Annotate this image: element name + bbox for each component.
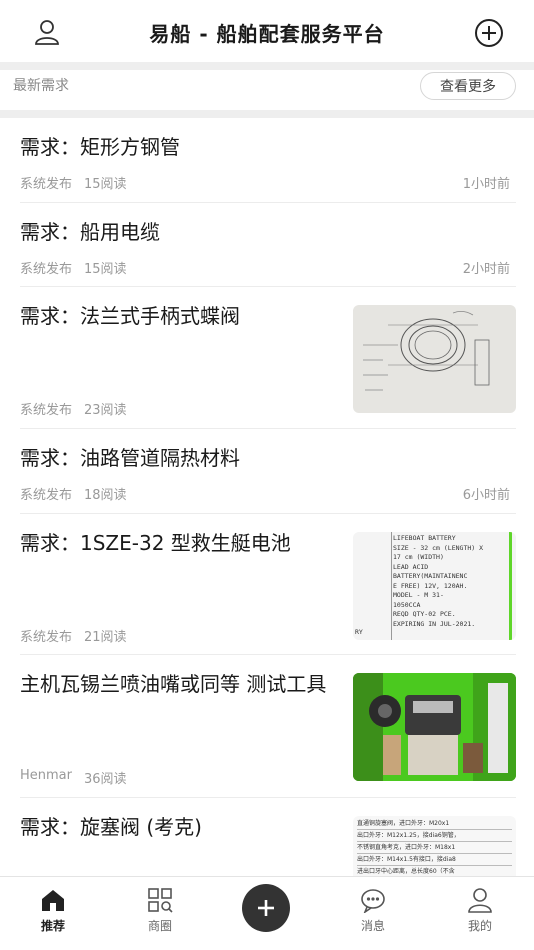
item-time: 6小时前 bbox=[462, 488, 510, 503]
tab-label: 商圈 bbox=[147, 919, 172, 933]
divider-band bbox=[0, 62, 534, 70]
grid-search-icon bbox=[148, 888, 173, 913]
tab-business-circle[interactable]: 商圈 bbox=[120, 887, 200, 934]
item-title: 需求：法兰式手柄式蝶阀 bbox=[20, 304, 240, 328]
top-header: 易船 - 船舶配套服务平台 bbox=[0, 0, 534, 64]
item-author: 系统发布 bbox=[20, 262, 73, 277]
item-meta: 系统发布 15阅读 bbox=[20, 173, 127, 192]
doc-line: SIZE - 32 cm (LENGTH) X bbox=[393, 543, 484, 552]
item-reads: 36阅读 bbox=[84, 772, 127, 787]
list-item[interactable]: 需求：矩形方钢管 系统发布 15阅读 1小时前 bbox=[20, 118, 516, 203]
item-title: 需求：船用电缆 bbox=[20, 220, 160, 244]
item-title: 需求：1SZE-32 型救生艇电池 bbox=[20, 531, 291, 555]
doc-line: LIFEBOAT BATTERY bbox=[393, 534, 456, 542]
item-time: 2小时前 bbox=[462, 262, 510, 277]
plus-circle-icon[interactable] bbox=[474, 18, 504, 48]
item-thumbnail-table: 直通铜旋塞阀，进口外牙：M20x1 出口外牙：M12x1.25，接dia6铜管，… bbox=[353, 816, 516, 876]
tab-messages[interactable]: 消息 bbox=[333, 887, 413, 934]
plus-icon bbox=[258, 900, 274, 916]
app-title: 易船 - 船舶配套服务平台 bbox=[149, 21, 385, 46]
item-author: Henmar bbox=[20, 768, 72, 783]
item-thumbnail-photo bbox=[353, 673, 516, 781]
list-item[interactable]: 主机瓦锡兰喷油嘴或同等 测试工具 Henmar 36阅读 bbox=[20, 655, 516, 798]
tab-label: 推荐 bbox=[40, 919, 65, 933]
item-meta: Henmar 36阅读 bbox=[20, 768, 127, 787]
item-author: 系统发布 bbox=[20, 403, 73, 418]
table-line: 直通铜旋塞阀，进口外牙：M20x1 bbox=[357, 818, 512, 830]
item-author: 系统发布 bbox=[20, 488, 73, 503]
table-line: 出口外牙：M14x1.5有接口，接dia8 bbox=[357, 854, 512, 866]
tab-recommend[interactable]: 推荐 bbox=[13, 887, 93, 934]
list-item[interactable]: 需求：油路管道隔热材料 系统发布 18阅读 6小时前 bbox=[20, 429, 516, 514]
chat-bubble-icon bbox=[361, 889, 385, 913]
table-line: 出口外牙：M12x1.25，接dia6铜管， bbox=[357, 830, 512, 842]
tab-label: 我的 bbox=[467, 919, 492, 933]
item-author: 系统发布 bbox=[20, 177, 73, 192]
item-meta: 系统发布 15阅读 bbox=[20, 258, 127, 277]
home-icon bbox=[42, 890, 64, 911]
doc-line: MODEL - M 31- bbox=[393, 591, 444, 599]
doc-line: BATTERY(MAINTAINENC bbox=[393, 572, 468, 580]
publish-add-button[interactable] bbox=[242, 884, 290, 932]
doc-line: EXPIRING IN JUL-2021. bbox=[393, 619, 476, 628]
item-reads: 21阅读 bbox=[84, 630, 127, 645]
item-author: 系统发布 bbox=[20, 630, 73, 645]
tab-label: 消息 bbox=[360, 919, 385, 933]
item-title: 需求：旋塞阀 (考克) bbox=[20, 815, 202, 839]
section-title: 最新需求 bbox=[13, 78, 69, 94]
item-title: 主机瓦锡兰喷油嘴或同等 测试工具 bbox=[20, 672, 327, 696]
list-item[interactable]: 需求：法兰式手柄式蝶阀 系统发布 23阅读 bbox=[20, 287, 516, 429]
item-reads: 23阅读 bbox=[84, 403, 127, 418]
item-title: 需求：油路管道隔热材料 bbox=[20, 446, 240, 470]
item-meta: 系统发布 23阅读 bbox=[20, 399, 127, 418]
item-thumbnail-document: LIFEBOAT BATTERY SIZE - 32 cm (LENGTH) X… bbox=[353, 532, 516, 640]
item-meta: 系统发布 21阅读 bbox=[20, 626, 127, 645]
item-reads: 15阅读 bbox=[84, 177, 127, 192]
doc-line: REQD QTY-02 PCE. bbox=[393, 610, 456, 618]
doc-line: 1050CCA bbox=[393, 600, 421, 609]
item-title: 需求：矩形方钢管 bbox=[20, 135, 180, 159]
tab-mine[interactable]: 我的 bbox=[440, 887, 520, 934]
table-line: 进出口牙中心距离，总长度60（不含 bbox=[357, 868, 455, 875]
latest-demands-bar: 最新需求 查看更多 bbox=[0, 70, 534, 110]
view-more-button[interactable]: 查看更多 bbox=[420, 72, 516, 100]
person-icon bbox=[468, 888, 492, 913]
item-meta: 系统发布 18阅读 bbox=[20, 484, 127, 503]
list-item[interactable]: 需求：船用电缆 系统发布 15阅读 2小时前 bbox=[20, 203, 516, 287]
divider-band bbox=[0, 110, 534, 118]
list-item[interactable]: 需求：1SZE-32 型救生艇电池 系统发布 21阅读 LIFEBOAT BAT… bbox=[20, 514, 516, 655]
item-thumbnail-sketch bbox=[353, 305, 516, 413]
doc-line: LEAD ACID bbox=[393, 562, 429, 571]
doc-line: RY bbox=[355, 628, 363, 636]
bottom-tab-bar: 推荐 商圈 消息 我的 bbox=[0, 876, 534, 950]
item-reads: 15阅读 bbox=[84, 262, 127, 277]
item-time: 1小时前 bbox=[462, 177, 510, 192]
demand-list: 需求：矩形方钢管 系统发布 15阅读 1小时前 需求：船用电缆 系统发布 15阅… bbox=[0, 118, 534, 876]
item-reads: 18阅读 bbox=[84, 488, 127, 503]
doc-line: 17 cm (WIDTH) bbox=[393, 553, 444, 561]
user-icon[interactable] bbox=[33, 18, 61, 46]
table-line: 不锈钢直角考克，进口外牙：M18x1 bbox=[357, 842, 512, 854]
list-item[interactable]: 需求：旋塞阀 (考克) 直通铜旋塞阀，进口外牙：M20x1 出口外牙：M12x1… bbox=[20, 798, 516, 876]
doc-line: E FREE) 12V, 120AH. bbox=[393, 581, 468, 590]
